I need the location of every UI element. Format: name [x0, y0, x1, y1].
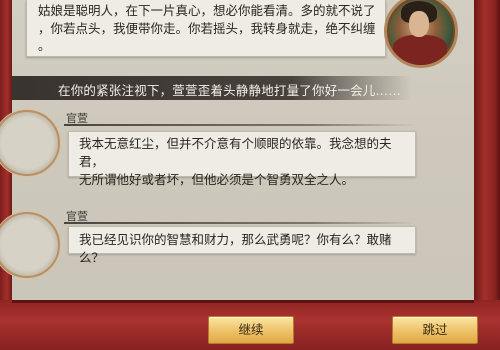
dialogue-text: 我已经见识你的智慧和财力，那么武勇呢？你有么？敢赌么？ [79, 232, 392, 265]
speaker-divider [64, 124, 416, 126]
frame-left [0, 0, 12, 350]
speaker-portrait [384, 0, 458, 68]
frame-right [474, 0, 500, 350]
frame-bottom-edge [12, 300, 474, 303]
portrait-robe [393, 35, 447, 65]
narration-text: 姑娘是聪明人，在下一片真心，想必你能看清。多的就不说了 ，你若点头，我便带你走。… [38, 3, 376, 53]
speaker-divider [64, 222, 416, 224]
dialogue-text: 我本无意红尘，但并不介意有个顺眼的依靠。我念想的夫君， 无所谓他好或者坏，但他必… [79, 136, 392, 187]
skip-button[interactable]: 跳过 [392, 316, 478, 344]
continue-button[interactable]: 继续 [208, 316, 294, 344]
portrait-face [409, 11, 429, 37]
narration-banner-text: 在你的紧张注视下，萱萱歪着头静静地打量了你好一会儿…… [58, 83, 401, 98]
